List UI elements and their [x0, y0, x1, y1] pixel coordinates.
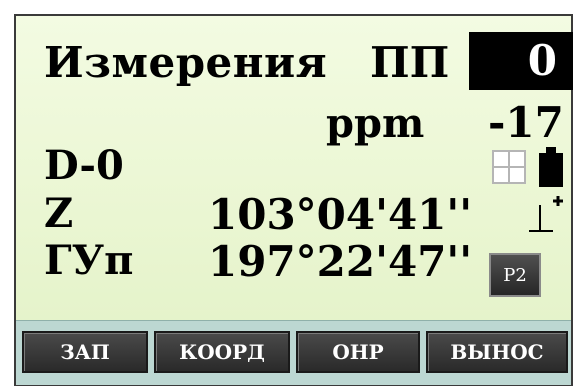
- prism-constant-label: ПП: [370, 38, 450, 87]
- prism-constant-value: 0: [527, 36, 557, 85]
- softkey-stakeout[interactable]: ВЫНОС: [426, 331, 568, 373]
- page-p2-button[interactable]: P2: [489, 253, 541, 297]
- tilt-compensator-icon: [529, 196, 563, 232]
- softkey-onr[interactable]: ОНР: [296, 331, 420, 373]
- ppm-value: -17: [488, 98, 564, 147]
- softkey-bar: ЗАП КООРД ОНР ВЫНОС: [16, 320, 571, 385]
- screen-title: Измерения: [44, 38, 328, 87]
- prism-constant-box: 0: [469, 32, 573, 90]
- softkey-record[interactable]: ЗАП: [22, 331, 148, 373]
- ppm-label: ppm: [326, 100, 425, 147]
- grid-icon: [492, 150, 526, 184]
- zenith-angle-label: Z: [44, 190, 74, 237]
- zenith-angle-value: 103°04'41'': [208, 190, 473, 239]
- horizontal-angle-value: 197°22'47'': [208, 237, 473, 286]
- measurement-screen: Измерения ПП 0 ppm -17 D-0 Z 103°04'41''…: [14, 14, 573, 386]
- horizontal-angle-label: ГУп: [44, 237, 134, 284]
- battery-icon: [539, 147, 563, 187]
- softkey-coordinates[interactable]: КООРД: [154, 331, 290, 373]
- distance-mode-label: D-0: [44, 142, 124, 189]
